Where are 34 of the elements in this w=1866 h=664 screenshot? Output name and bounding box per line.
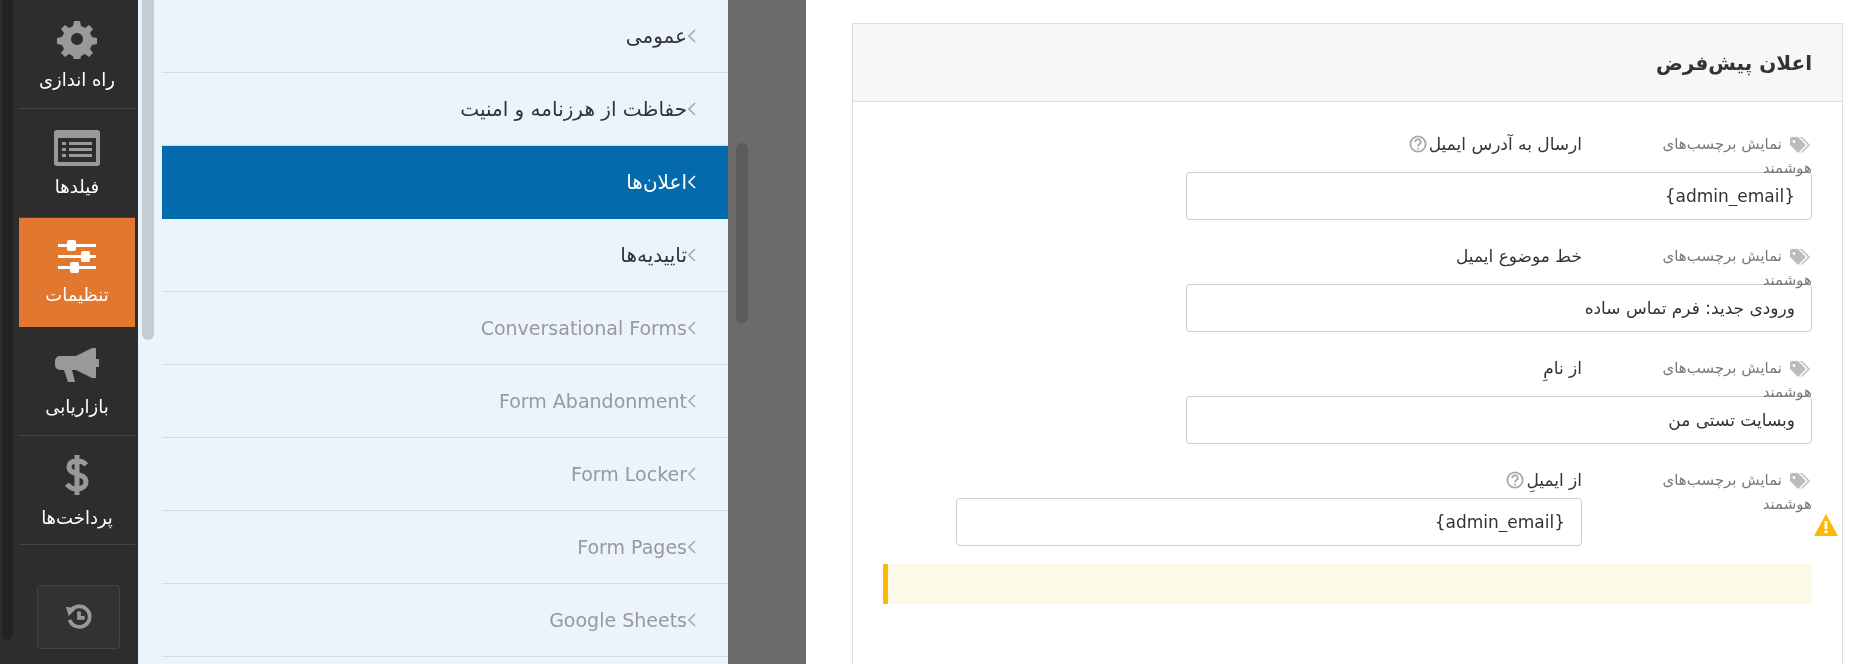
help-icon[interactable] xyxy=(1408,135,1427,153)
tag-icon xyxy=(1790,360,1812,377)
text-input[interactable]: {admin_email} xyxy=(956,498,1582,546)
field-label: از ایمیلِ xyxy=(1526,470,1582,490)
smart-tags-link[interactable]: نمایش برچسب‌های هوشمند xyxy=(1622,468,1812,516)
list-icon xyxy=(54,129,100,166)
sidebar-item[interactable]: راه اندازی xyxy=(19,0,135,109)
field-label: ارسال به آدرس ایمیل xyxy=(1428,134,1582,154)
chevron-icon xyxy=(688,540,696,554)
sidebar-item[interactable]: فیلدها xyxy=(19,109,135,218)
sliders-icon xyxy=(57,239,97,274)
sidebar-item[interactable]: بازاریابی xyxy=(19,327,135,436)
menu-scrollbar[interactable] xyxy=(142,0,154,340)
warning-icon xyxy=(1814,514,1838,536)
chevron-icon xyxy=(688,613,696,627)
tag-icon xyxy=(1790,472,1812,489)
help-icon[interactable] xyxy=(1506,471,1525,489)
card-title: اعلان پیش‌فرض xyxy=(1655,50,1812,75)
field-label: خط موضوع ایمیل xyxy=(1456,246,1582,266)
chevron-icon xyxy=(688,102,696,116)
chevron-icon xyxy=(688,321,696,335)
chevron-icon xyxy=(688,467,696,481)
chevron-icon xyxy=(688,248,696,262)
chevron-icon xyxy=(688,175,696,189)
sidebar-item[interactable]: پرداخت‌ها xyxy=(19,436,135,545)
gear-icon xyxy=(57,18,97,59)
history-button[interactable] xyxy=(37,585,120,649)
settings-menu-item[interactable]: اعلان‌ها xyxy=(162,146,728,219)
dollar-icon xyxy=(64,452,90,497)
tag-icon xyxy=(1790,248,1812,265)
history-icon xyxy=(64,603,93,631)
tag-icon xyxy=(1790,136,1812,153)
chevron-icon xyxy=(688,29,696,43)
chevron-icon xyxy=(688,394,696,408)
